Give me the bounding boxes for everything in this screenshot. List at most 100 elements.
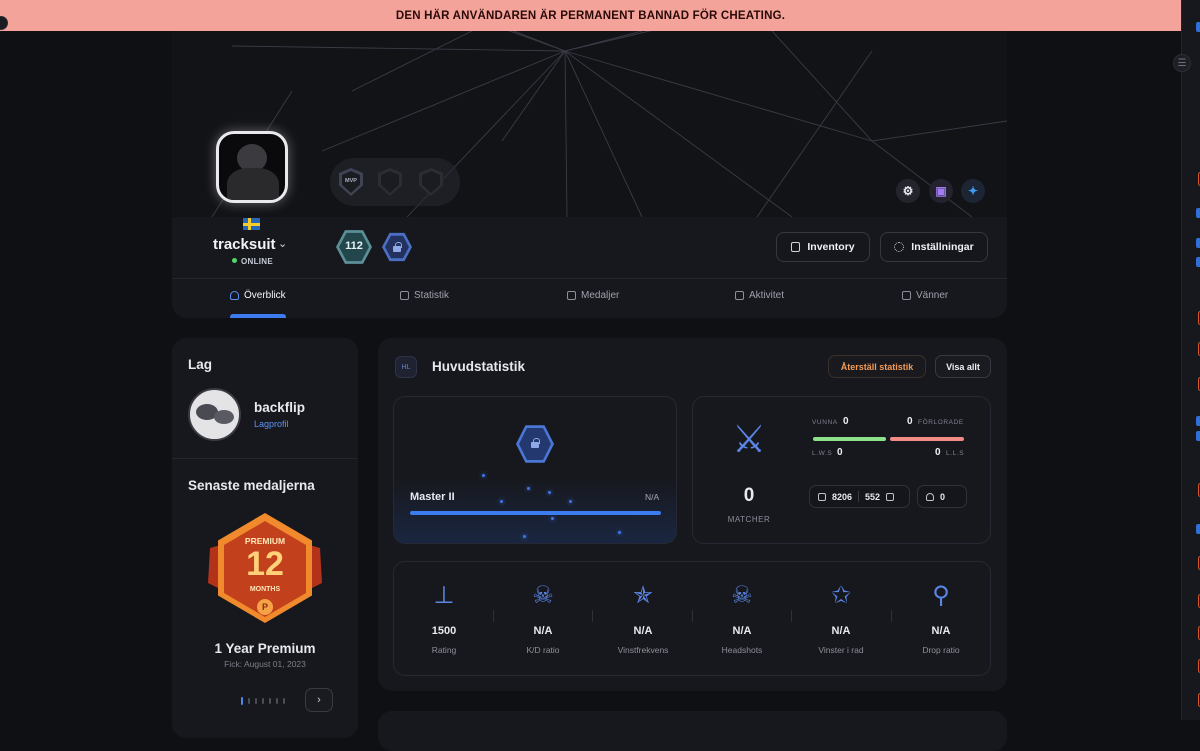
stat-label-winrate: Vinstfrekvens xyxy=(617,645,669,655)
medal-badge-bottom-text: MONTHS xyxy=(249,586,281,593)
sidebar-accent xyxy=(1196,22,1200,32)
ban-banner: DEN HÄR ANVÄNDAREN ÄR PERMANENT BANNAD F… xyxy=(0,0,1181,31)
tab-label: Medaljer xyxy=(581,290,620,301)
team-heading: Lag xyxy=(188,357,213,372)
settings-label: Inställningar xyxy=(911,241,974,253)
stat-value-winrate: N/A xyxy=(633,625,653,637)
stars-stack-icon: ✩ xyxy=(830,582,852,609)
tab-activity[interactable]: Aktivitet xyxy=(735,290,784,301)
sidebar-accent xyxy=(1196,524,1200,534)
chevron-right-icon: › xyxy=(317,694,321,706)
sparkle xyxy=(551,517,554,520)
online-status: ONLINE xyxy=(232,257,273,266)
medal-icon xyxy=(567,291,576,300)
sidebar-accent xyxy=(1196,431,1200,441)
profile-header-card xyxy=(172,217,1007,318)
next-medal-button[interactable]: › xyxy=(305,688,333,712)
premium-medal-badge[interactable]: PREMIUM 12 MONTHS P xyxy=(208,511,322,629)
tab-label: Överblick xyxy=(244,290,286,301)
stat-separator xyxy=(891,610,892,622)
lls-value: 0 xyxy=(935,447,941,458)
recent-medals-heading: Senaste medaljerna xyxy=(188,478,315,493)
reset-stats-button[interactable]: Återställ statistik xyxy=(828,355,926,378)
pager-dot[interactable] xyxy=(255,698,257,704)
pager-dot[interactable] xyxy=(241,697,243,705)
stat-value-kd: N/A xyxy=(533,625,553,637)
stat-value-rating: 1500 xyxy=(431,625,457,637)
bar-chart-icon xyxy=(400,291,409,300)
team-logo[interactable] xyxy=(188,388,241,441)
matches-label: MATCHER xyxy=(727,515,771,524)
loss-bar xyxy=(890,437,964,441)
premium-logo-icon: P xyxy=(257,599,273,615)
crossed-swords-icon: ⚔ xyxy=(731,419,767,461)
medal-date: Fick: August 01, 2023 xyxy=(224,659,306,669)
tab-statistics[interactable]: Statistik xyxy=(400,290,449,301)
sidebar-accent xyxy=(1196,238,1200,248)
stat-value-headshots: N/A xyxy=(732,625,752,637)
pager-dot[interactable] xyxy=(248,698,250,704)
sidebar-accent xyxy=(1196,257,1200,267)
lock-icon xyxy=(393,242,402,252)
won-label: VUNNA xyxy=(812,419,838,426)
tab-overview[interactable]: Överblick xyxy=(230,290,286,301)
dislikes-count: 552 xyxy=(865,491,881,502)
steam-icon[interactable]: ⚙ xyxy=(896,179,920,203)
sparkle xyxy=(482,474,485,477)
chevron-down-icon[interactable]: ⌄ xyxy=(278,237,287,250)
stat-value-drop: N/A xyxy=(931,625,951,637)
sidebar-accent xyxy=(1196,208,1200,218)
tab-medals[interactable]: Medaljer xyxy=(567,290,619,301)
main-stats-title: Huvudstatistik xyxy=(432,359,526,374)
profile-cover xyxy=(172,31,1007,217)
rank-progress-bar xyxy=(410,511,661,515)
lws-value: 0 xyxy=(837,447,843,458)
thumbs-up-icon xyxy=(818,492,826,501)
user-icon xyxy=(230,291,239,300)
sparkle xyxy=(548,491,551,494)
stat-separator xyxy=(692,610,693,622)
inventory-button[interactable]: Inventory xyxy=(776,232,870,262)
rank-value: N/A xyxy=(645,492,660,502)
username[interactable]: tracksuit xyxy=(213,236,276,253)
trophy-count: 0 xyxy=(940,491,946,502)
online-dot-icon xyxy=(232,258,237,263)
tab-label: Aktivitet xyxy=(749,290,785,301)
medal-badge-number: 12 xyxy=(246,545,284,583)
sparkle xyxy=(527,487,530,490)
twitter-icon[interactable]: ✦ xyxy=(961,179,985,203)
pager-dot[interactable] xyxy=(276,698,278,704)
right-sidebar-strip xyxy=(1181,0,1200,720)
pager-dot[interactable] xyxy=(269,698,271,704)
likes-dislikes-pill[interactable]: 8206 552 xyxy=(809,485,910,508)
likes-count: 8206 xyxy=(832,491,853,502)
stat-label-streak: Vinster i rad xyxy=(818,645,864,655)
ban-text: DEN HÄR ANVÄNDAREN ÄR PERMANENT BANNAD F… xyxy=(395,9,786,22)
sparkle xyxy=(523,535,526,538)
twitch-icon[interactable]: ▣ xyxy=(929,179,953,203)
stat-label-drop: Drop ratio xyxy=(922,645,960,655)
trophy-pill[interactable]: 0 xyxy=(917,485,967,508)
podium-icon: ⊥ xyxy=(433,582,455,609)
team-name[interactable]: backflip xyxy=(254,400,305,415)
pager-dot[interactable] xyxy=(262,698,264,704)
team-profile-link[interactable]: Lagprofil xyxy=(254,419,289,429)
cover-lines xyxy=(211,31,1007,217)
settings-button[interactable]: Inställningar xyxy=(880,232,988,262)
sparkle xyxy=(569,500,572,503)
won-value: 0 xyxy=(843,416,849,427)
bag-icon xyxy=(791,242,801,252)
tab-friends[interactable]: Vänner xyxy=(902,290,948,301)
avatar[interactable] xyxy=(216,131,288,203)
activity-icon xyxy=(735,291,744,300)
win-bar xyxy=(813,437,886,441)
medal-pager[interactable] xyxy=(241,697,285,705)
sparkle xyxy=(500,500,503,503)
thumbs-down-icon xyxy=(886,492,895,501)
view-all-button[interactable]: Visa allt xyxy=(935,355,991,378)
running-man-icon: ⚲ xyxy=(932,582,950,609)
medal-name: 1 Year Premium xyxy=(214,641,316,656)
sidebar-collapse-button[interactable]: ☰ xyxy=(1173,54,1191,72)
pager-dot[interactable] xyxy=(283,698,285,704)
stat-separator xyxy=(493,610,494,622)
